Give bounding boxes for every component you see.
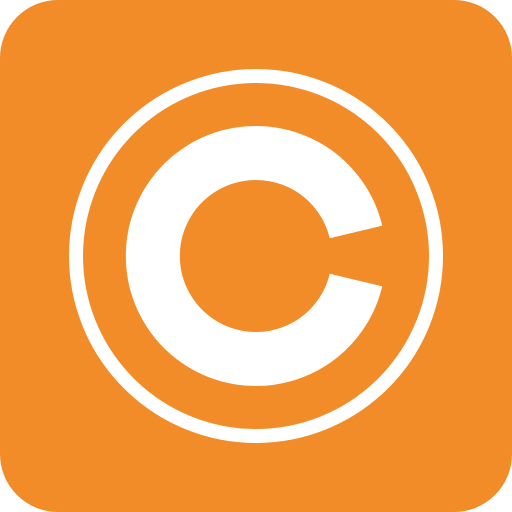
app-icon[interactable] <box>0 0 512 512</box>
